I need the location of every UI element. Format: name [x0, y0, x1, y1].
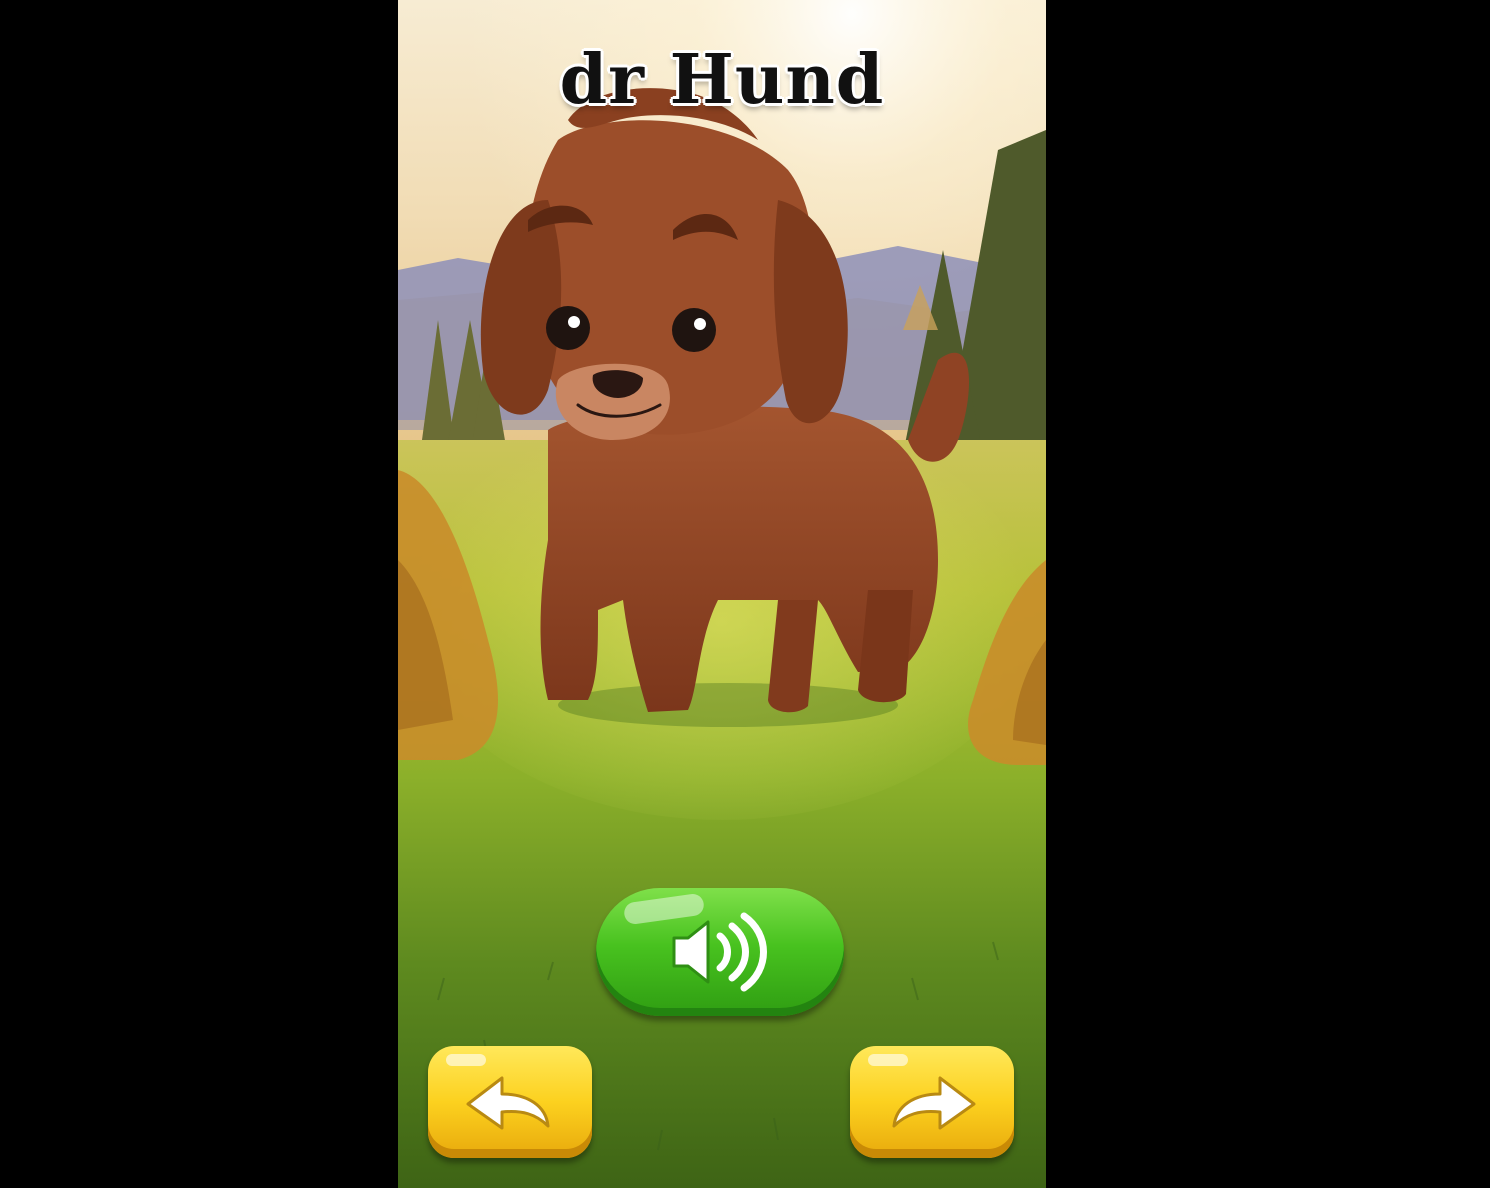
speaker-sound-icon	[672, 912, 767, 992]
back-button[interactable]	[428, 1046, 592, 1158]
curved-arrow-left-icon	[466, 1076, 550, 1130]
game-screen: dr Hund	[398, 0, 1046, 1188]
next-button[interactable]	[850, 1046, 1014, 1158]
play-sound-button[interactable]	[596, 888, 844, 1016]
animal-name-title: dr Hund	[559, 40, 885, 120]
curved-arrow-right-icon	[892, 1076, 976, 1130]
